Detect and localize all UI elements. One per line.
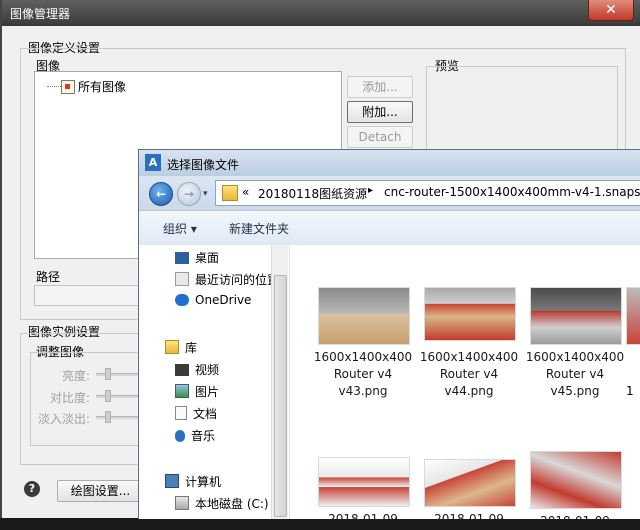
forward-button[interactable]: → — [177, 182, 201, 206]
nav-item-onedrive[interactable]: OneDrive — [175, 293, 251, 313]
file-item[interactable]: 1600x1400x400 Router v4 v44.png — [414, 287, 524, 400]
libraries-icon — [165, 340, 179, 354]
help-icon[interactable]: ? — [24, 481, 40, 497]
file-list-pane: 1600x1400x400 Router v4 v43.png 1600x1400x… — [289, 245, 640, 528]
file-thumbnail — [424, 287, 516, 341]
nav-item-label: 音乐 — [191, 429, 216, 443]
nav-item-label: 视频 — [195, 363, 220, 377]
video-icon — [175, 364, 189, 376]
drawing-settings-button[interactable]: 绘图设置... — [57, 480, 144, 502]
fade-slider[interactable] — [96, 416, 140, 419]
file-item[interactable]: 1600x1400x400 Router v4 v45.png — [520, 287, 630, 400]
documents-icon — [175, 406, 187, 420]
app-icon: A — [145, 154, 161, 171]
nav-item-label: 桌面 — [195, 251, 220, 265]
file-thumbnail — [626, 287, 640, 345]
navigation-bar: ← → ▾ « 20180118图纸资源 ▸ cnc-router-1500x1… — [139, 176, 640, 210]
nav-item-label: OneDrive — [195, 293, 252, 307]
contrast-slider-thumb[interactable] — [105, 390, 111, 402]
breadcrumb-current-folder[interactable]: cnc-router-1500x1400x400mm-v4-1.snapshot… — [384, 185, 640, 199]
breadcrumb-overflow[interactable]: « — [242, 185, 249, 199]
brightness-slider[interactable] — [96, 373, 140, 376]
file-item[interactable]: 1600x1400x400 Router v4 v43.png — [308, 287, 418, 400]
path-field[interactable] — [34, 285, 146, 306]
nav-item-pictures[interactable]: 图片 — [175, 383, 219, 403]
file-item[interactable]: 1 — [626, 287, 640, 400]
file-name: 1600x1400x400 Router v4 v43.png — [313, 350, 413, 398]
nav-item-recent[interactable]: 最近访问的位置 — [175, 271, 279, 291]
file-thumbnail — [424, 459, 516, 507]
tree-connector — [47, 86, 61, 87]
file-name: 1600x1400x400 Router v4 v44.png — [419, 350, 519, 398]
address-bar[interactable]: « 20180118图纸资源 ▸ cnc-router-1500x1400x40… — [215, 180, 640, 206]
file-thumbnail — [318, 457, 410, 507]
contrast-slider[interactable] — [96, 395, 140, 398]
nav-item-label: 本地磁盘 (C:) — [195, 497, 269, 511]
path-label: 路径 — [36, 270, 61, 284]
music-icon — [175, 430, 185, 442]
nav-item-desktop[interactable]: 桌面 — [175, 249, 219, 269]
nav-item-documents[interactable]: 文档 — [175, 405, 217, 425]
navigation-pane: 桌面 最近访问的位置 OneDrive 库 视频 图片 文档 音乐 计算机 本地… — [139, 245, 289, 519]
image-manager-title: 图像管理器 — [10, 7, 71, 21]
pictures-icon — [175, 384, 189, 398]
recent-places-icon — [175, 272, 189, 286]
file-dialog-toolbar: 组织 ▾ 新建文件夹 — [139, 210, 640, 246]
file-name: 2018-01-09 — [328, 512, 398, 526]
file-name: 2018-01-09 — [434, 512, 504, 526]
new-folder-button[interactable]: 新建文件夹 — [229, 220, 289, 237]
history-dropdown-icon[interactable]: ▾ — [203, 189, 208, 199]
folder-icon — [222, 185, 238, 201]
navigation-scrollbar-thumb[interactable] — [274, 275, 287, 517]
file-thumbnail — [318, 287, 410, 345]
nav-item-videos[interactable]: 视频 — [175, 361, 219, 381]
computer-icon — [165, 474, 179, 488]
file-item[interactable]: 2018-01-09 — [308, 457, 418, 528]
tree-root-label[interactable]: 所有图像 — [78, 78, 126, 95]
nav-item-label: 图片 — [195, 385, 220, 399]
breadcrumb-folder[interactable]: 20180118图纸资源 — [258, 185, 367, 202]
navigation-scrollbar[interactable] — [271, 245, 288, 519]
disk-icon — [175, 496, 189, 510]
nav-item-label: 最近访问的位置 — [195, 273, 280, 287]
file-thumbnail — [530, 287, 622, 345]
contrast-label: 对比度: — [49, 391, 90, 405]
breadcrumb-separator-icon[interactable]: ▸ — [368, 185, 373, 196]
nav-item-label: 文档 — [193, 407, 218, 421]
nav-item-libraries[interactable]: 库 — [165, 339, 197, 359]
image-manager-titlebar[interactable]: 图像管理器 ✕ — [2, 0, 640, 26]
detach-button[interactable]: Detach — [347, 126, 413, 148]
file-thumbnail — [530, 451, 622, 509]
brightness-slider-thumb[interactable] — [105, 368, 111, 380]
nav-item-label: 计算机 — [185, 475, 222, 489]
onedrive-icon — [175, 294, 189, 306]
fade-slider-thumb[interactable] — [105, 411, 111, 423]
select-image-file-dialog: A 选择图像文件 ← → ▾ « 20180118图纸资源 ▸ cnc-rout… — [138, 149, 640, 528]
add-button[interactable]: 添加... — [347, 76, 413, 98]
close-button[interactable]: ✕ — [588, 0, 634, 21]
fade-label: 淡入淡出: — [37, 412, 90, 426]
file-name: 1 — [626, 384, 634, 398]
image-folder-icon — [61, 80, 75, 94]
file-dialog-title: 选择图像文件 — [167, 158, 240, 172]
file-name: 1600x1400x400 Router v4 v45.png — [525, 350, 625, 398]
brightness-label: 亮度: — [61, 369, 90, 383]
attach-button[interactable]: 附加... — [347, 101, 413, 123]
nav-item-label: 库 — [185, 341, 198, 355]
back-button[interactable]: ← — [149, 182, 173, 206]
nav-item-music[interactable]: 音乐 — [175, 427, 215, 447]
organize-menu[interactable]: 组织 ▾ — [163, 220, 197, 237]
file-name: 2018-01-09 — [540, 514, 610, 528]
desktop-icon — [175, 252, 189, 264]
nav-item-local-disk[interactable]: 本地磁盘 (C:) — [175, 495, 269, 515]
file-dialog-titlebar[interactable]: A 选择图像文件 — [139, 150, 640, 176]
nav-item-computer[interactable]: 计算机 — [165, 473, 221, 493]
file-item[interactable]: 2018-01-09 — [520, 451, 630, 530]
